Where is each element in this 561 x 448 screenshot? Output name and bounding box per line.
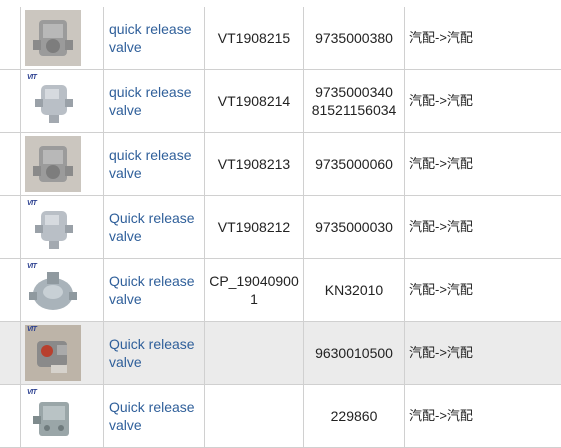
product-code: VT1908213 — [217, 156, 291, 172]
oe-cell: 229860 — [304, 385, 405, 447]
product-name-link[interactable]: quick release valve — [109, 20, 200, 56]
category-path: 汽配->汽配 — [409, 345, 473, 360]
oe-cell: 9630010500 — [304, 322, 405, 384]
category-cell: 汽配->汽配 — [405, 7, 561, 69]
product-image[interactable]: VIT — [25, 388, 81, 444]
thumbnail-cell: VIT — [21, 196, 104, 258]
product-name-link[interactable]: quick release valve — [109, 146, 200, 182]
code-cell: VT1908215 — [205, 7, 304, 69]
category-path: 汽配->汽配 — [409, 156, 473, 171]
oe-number: 9735000340 81521156034 — [311, 84, 397, 118]
name-cell: quick release valve — [104, 7, 205, 69]
thumbnail-cell: VIT — [21, 70, 104, 132]
row-gutter — [0, 259, 21, 321]
category-cell: 汽配->汽配 — [405, 385, 561, 447]
thumbnail-cell: VIT — [21, 385, 104, 447]
brand-logo: VIT — [27, 389, 37, 396]
row-gutter — [0, 385, 21, 447]
name-cell: quick release valve — [104, 70, 205, 132]
category-cell: 汽配->汽配 — [405, 259, 561, 321]
thumbnail-cell — [21, 133, 104, 195]
row-gutter — [0, 7, 21, 69]
category-path: 汽配->汽配 — [409, 93, 473, 108]
name-cell: Quick release valve — [104, 196, 205, 258]
product-code: VT1908212 — [217, 219, 291, 235]
product-name-link[interactable]: Quick release valve — [109, 272, 200, 308]
brand-logo: VIT — [27, 263, 37, 270]
name-cell: Quick release valve — [104, 385, 205, 447]
category-cell: 汽配->汽配 — [405, 322, 561, 384]
product-code: VT1908215 — [217, 30, 291, 46]
code-cell: CP_190409001 — [205, 259, 304, 321]
category-path: 汽配->汽配 — [409, 408, 473, 423]
row-gutter — [0, 133, 21, 195]
table-row[interactable]: quick release valve VT1908215 9735000380 汽配… — [0, 7, 561, 70]
code-cell: VT1908212 — [205, 196, 304, 258]
brand-logo: VIT — [27, 326, 37, 333]
category-cell: 汽配->汽配 — [405, 70, 561, 132]
category-path: 汽配->汽配 — [409, 282, 473, 297]
product-table: quick release valve VT1908215 9735000380 汽配… — [0, 0, 561, 448]
code-cell: VT1908214 — [205, 70, 304, 132]
product-name-link[interactable]: quick release valve — [109, 83, 200, 119]
table-row[interactable]: VIT quick release valve VT1908214 973500034… — [0, 70, 561, 133]
brand-logo: VIT — [27, 200, 37, 207]
oe-number: 229860 — [330, 408, 378, 424]
product-name-link[interactable]: Quick release valve — [109, 335, 200, 371]
row-gutter — [0, 196, 21, 258]
oe-number: 9735000060 — [315, 156, 393, 172]
thumbnail-cell: VIT — [21, 259, 104, 321]
code-cell: VT1908213 — [205, 133, 304, 195]
product-code: VT1908214 — [217, 93, 291, 109]
brand-logo: VIT — [27, 74, 37, 81]
product-image[interactable] — [25, 10, 81, 66]
product-image[interactable]: VIT — [25, 199, 81, 255]
row-gutter — [0, 322, 21, 384]
oe-number: 9735000030 — [315, 219, 393, 235]
category-path: 汽配->汽配 — [409, 219, 473, 234]
table-row[interactable]: VIT Quick release valve VT1908212 973500003… — [0, 196, 561, 259]
table-row[interactable]: VIT Quick release valve CP_190409001 KN3201… — [0, 259, 561, 322]
code-cell — [205, 322, 304, 384]
name-cell: quick release valve — [104, 133, 205, 195]
row-gutter — [0, 70, 21, 132]
table-row[interactable]: quick release valve VT1908213 9735000060 汽配… — [0, 133, 561, 196]
thumbnail-cell: VIT — [21, 322, 104, 384]
category-cell: 汽配->汽配 — [405, 133, 561, 195]
table-row[interactable]: VIT Quick release valve 9630010500 汽配->汽配 — [0, 322, 561, 385]
oe-cell: 9735000060 — [304, 133, 405, 195]
oe-cell: 9735000380 — [304, 7, 405, 69]
product-name-link[interactable]: Quick release valve — [109, 398, 200, 434]
oe-number: KN32010 — [324, 282, 384, 298]
oe-number: 9735000380 — [315, 30, 393, 46]
category-path: 汽配->汽配 — [409, 30, 473, 45]
product-image[interactable]: VIT — [25, 73, 81, 129]
product-image[interactable] — [25, 136, 81, 192]
product-image[interactable]: VIT — [25, 325, 81, 381]
code-cell — [205, 385, 304, 447]
category-cell: 汽配->汽配 — [405, 196, 561, 258]
oe-cell: 9735000340 81521156034 — [304, 70, 405, 132]
oe-cell: 9735000030 — [304, 196, 405, 258]
name-cell: Quick release valve — [104, 322, 205, 384]
name-cell: Quick release valve — [104, 259, 205, 321]
product-image[interactable]: VIT — [25, 262, 81, 318]
product-name-link[interactable]: Quick release valve — [109, 209, 200, 245]
table-row[interactable]: VIT Quick release valve 229860 汽配->汽配 — [0, 385, 561, 448]
thumbnail-cell — [21, 7, 104, 69]
oe-number: 9630010500 — [315, 345, 393, 361]
product-code: CP_190409001 — [209, 273, 299, 307]
oe-cell: KN32010 — [304, 259, 405, 321]
